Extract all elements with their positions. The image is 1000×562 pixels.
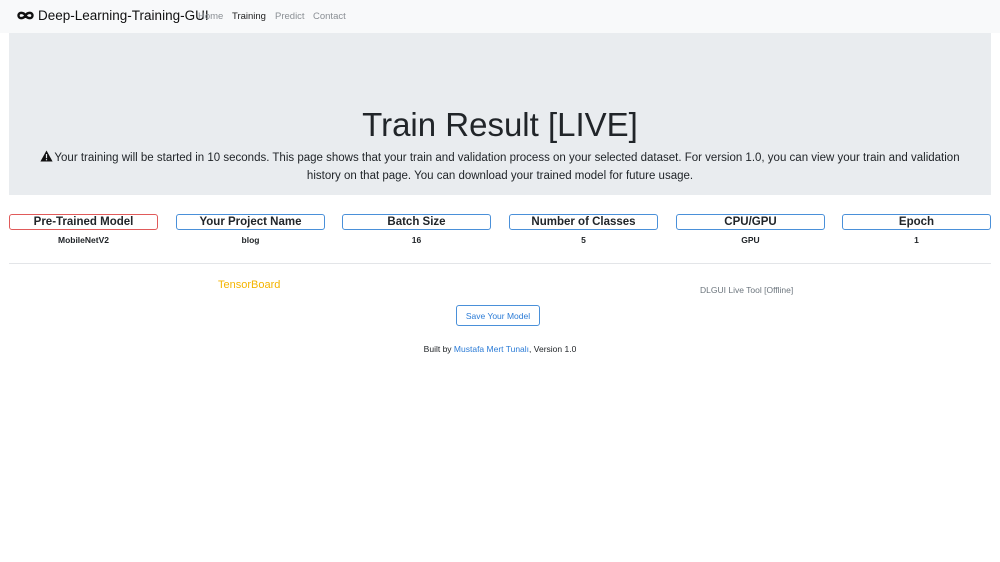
- tensorboard-link[interactable]: TensorBoard: [218, 279, 280, 291]
- footer-prefix: Built by: [423, 344, 454, 354]
- info-pretrained-model: Pre-Trained Model MobileNetV2: [9, 214, 158, 245]
- info-cpu-gpu: CPU/GPU GPU: [676, 214, 825, 245]
- author-link[interactable]: Mustafa Mert Tunalı: [454, 344, 529, 354]
- info-label: Pre-Trained Model: [9, 214, 158, 230]
- live-tool-status: DLGUI Live Tool [Offline]: [700, 285, 794, 295]
- nav-predict-link[interactable]: Predict: [275, 11, 305, 22]
- info-number-of-classes: Number of Classes 5: [509, 214, 658, 245]
- info-epoch: Epoch 1: [842, 214, 991, 245]
- lead-message: Your training will be started in 10 seco…: [54, 152, 960, 182]
- section-divider: [9, 263, 991, 264]
- nav-training-link[interactable]: Training: [232, 11, 266, 22]
- lead-text: Your training will be started in 10 seco…: [33, 149, 967, 185]
- info-value: 1: [914, 235, 919, 245]
- info-label: Batch Size: [342, 214, 491, 230]
- info-value: 5: [581, 235, 586, 245]
- infinity-icon: [17, 8, 34, 23]
- info-project-name: Your Project Name blog: [176, 214, 325, 245]
- footer: Built by Mustafa Mert Tunalı, Version 1.…: [0, 344, 1000, 354]
- warning-icon: [40, 150, 54, 162]
- nav-home-link[interactable]: Home: [198, 11, 223, 22]
- footer-suffix: , Version 1.0: [529, 344, 577, 354]
- info-label: Epoch: [842, 214, 991, 230]
- info-value: 16: [411, 235, 422, 245]
- info-value: MobileNetV2: [57, 235, 109, 245]
- nav-contact-link[interactable]: Contact: [313, 11, 346, 22]
- page-title: Train Result [LIVE]: [362, 106, 638, 143]
- navbar-brand[interactable]: Deep-Learning-Training-GUI: [17, 8, 209, 23]
- info-label: CPU/GPU: [676, 214, 825, 230]
- info-value: GPU: [741, 235, 760, 245]
- info-value: blog: [241, 235, 260, 245]
- jumbotron: Train Result [LIVE] Your training will b…: [9, 33, 991, 195]
- info-label: Your Project Name: [176, 214, 325, 230]
- save-model-button[interactable]: Save Your Model: [456, 305, 540, 326]
- brand-label: Deep-Learning-Training-GUI: [38, 8, 209, 23]
- navbar: Deep-Learning-Training-GUI Home Training…: [0, 0, 1000, 33]
- info-batch-size: Batch Size 16: [342, 214, 491, 245]
- info-label: Number of Classes: [509, 214, 658, 230]
